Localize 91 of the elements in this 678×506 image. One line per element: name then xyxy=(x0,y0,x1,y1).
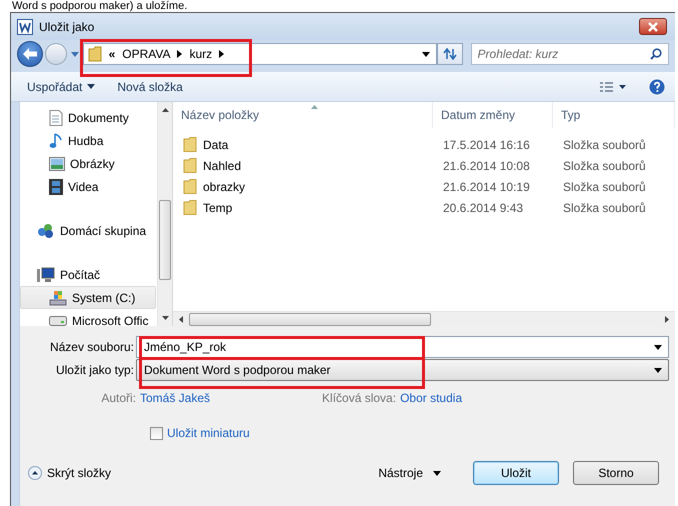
tools-button[interactable]: Nástroje xyxy=(378,466,441,480)
cancel-button[interactable]: Storno xyxy=(573,461,659,485)
modified-date: 21.6.2014 10:19 xyxy=(443,180,530,194)
collapse-icon xyxy=(28,466,42,480)
file-row[interactable]: Data 17.5.2014 16:16 Složka souborů xyxy=(173,134,675,155)
nav-item[interactable]: Obrázky xyxy=(20,152,156,175)
scroll-up-icon xyxy=(162,108,168,112)
nav-item[interactable]: Domácí skupina xyxy=(20,219,156,242)
system-drive-icon xyxy=(49,290,67,306)
folder-icon xyxy=(183,179,197,194)
caption-text: Word s podporou maker) a uložíme. xyxy=(12,0,188,12)
dropdown-caret-icon xyxy=(654,344,662,350)
folder-icon xyxy=(183,200,197,215)
chevron-right-icon xyxy=(177,50,182,58)
search-icon xyxy=(650,48,662,60)
hide-folders-button[interactable]: Skrýt složky xyxy=(28,466,112,480)
authors-link[interactable]: Tomáš Jakeš xyxy=(140,391,210,405)
file-row[interactable]: Nahled 21.6.2014 10:08 Složka souborů xyxy=(173,155,675,176)
chevron-right-icon xyxy=(219,50,224,58)
close-button[interactable] xyxy=(639,18,667,35)
save-button[interactable]: Uložit xyxy=(473,461,559,485)
breadcrumb[interactable]: OPRAVA xyxy=(122,47,170,61)
scroll-down-icon xyxy=(162,316,168,320)
scroll-right-icon xyxy=(665,316,669,322)
new-folder-button[interactable]: Nová složka xyxy=(117,80,183,94)
file-name: Data xyxy=(203,138,228,152)
thumbnail-checkbox[interactable] xyxy=(150,426,163,440)
file-name: Nahled xyxy=(203,158,242,172)
search-field[interactable]: Prohledat: kurz xyxy=(470,43,669,65)
modified-date: 20.6.2014 9:43 xyxy=(443,200,524,214)
back-button[interactable] xyxy=(17,41,43,67)
file-name: Temp xyxy=(203,200,232,214)
nav-item[interactable]: Videa xyxy=(20,175,156,198)
help-button[interactable] xyxy=(649,78,665,94)
field-label: Klíčová slova: xyxy=(322,391,398,405)
field-label: Autoři: xyxy=(100,391,137,405)
list-view-icon xyxy=(599,80,627,92)
nav-item[interactable]: Dokumenty xyxy=(20,106,156,129)
organize-button[interactable]: Uspořádat xyxy=(27,80,96,94)
sort-arrow-icon xyxy=(311,105,318,109)
file-row[interactable]: obrazky 21.6.2014 10:19 Složka souborů xyxy=(173,176,675,197)
dropdown-caret-icon xyxy=(422,52,430,56)
document-icon xyxy=(49,110,63,126)
file-type: Složka souborů xyxy=(563,180,646,194)
address-bar[interactable]: « OPRAVA kurz xyxy=(82,43,437,65)
checkbox-label[interactable]: Uložit miniaturu xyxy=(167,426,250,440)
scroll-left-icon xyxy=(179,316,183,322)
vertical-scrollbar[interactable] xyxy=(157,102,172,326)
file-type: Složka souborů xyxy=(563,200,646,214)
help-icon xyxy=(649,78,665,94)
column-header[interactable]: Datum změny xyxy=(433,102,553,128)
refresh-button[interactable] xyxy=(436,43,463,65)
close-icon xyxy=(647,22,659,32)
file-type: Složka souborů xyxy=(563,158,646,172)
file-type-dropdown[interactable]: Dokument Word s podporou maker xyxy=(136,359,669,381)
folder-icon xyxy=(88,46,102,62)
keywords-link[interactable]: Obor studia xyxy=(400,391,462,405)
folder-icon xyxy=(183,158,197,173)
view-options-button[interactable] xyxy=(599,80,627,92)
field-label: Uložit jako typ: xyxy=(54,363,135,377)
film-icon xyxy=(49,178,63,194)
nav-item[interactable]: Microsoft Offic xyxy=(20,309,156,326)
nav-item[interactable]: Počítač xyxy=(20,263,156,286)
modified-date: 21.6.2014 10:08 xyxy=(443,158,530,172)
word-app-icon xyxy=(17,18,33,34)
window-title: Uložit jako xyxy=(39,20,94,34)
caret-icon xyxy=(70,52,79,56)
filename-input[interactable]: Jméno_KP_rok xyxy=(144,340,654,354)
scrollbar-thumb[interactable] xyxy=(189,312,431,326)
caret-icon xyxy=(87,84,96,89)
caret-icon xyxy=(433,470,441,476)
nav-item[interactable]: System (C:) xyxy=(20,286,156,309)
field-label: Název souboru: xyxy=(48,340,135,354)
file-type: Složka souborů xyxy=(563,138,646,152)
refresh-icon xyxy=(442,48,457,60)
computer-icon xyxy=(37,266,55,282)
file-name: obrazky xyxy=(203,180,246,194)
left-arrow-icon xyxy=(22,47,38,61)
homegroup-icon xyxy=(37,222,55,238)
column-header[interactable]: Typ xyxy=(553,102,675,128)
scrollbar-thumb[interactable] xyxy=(159,200,171,280)
picture-icon xyxy=(49,156,65,170)
nav-item[interactable]: Hudba xyxy=(20,129,156,152)
file-row[interactable]: Temp 20.6.2014 9:43 Složka souborů xyxy=(173,197,675,218)
music-note-icon xyxy=(49,132,63,148)
breadcrumb[interactable]: kurz xyxy=(189,47,212,61)
folder-icon xyxy=(183,137,197,152)
breadcrumb-overflow[interactable]: « xyxy=(108,47,116,61)
modified-date: 17.5.2014 16:16 xyxy=(443,138,530,152)
dropdown-caret-icon xyxy=(654,368,662,372)
horizontal-scrollbar[interactable] xyxy=(173,311,675,326)
